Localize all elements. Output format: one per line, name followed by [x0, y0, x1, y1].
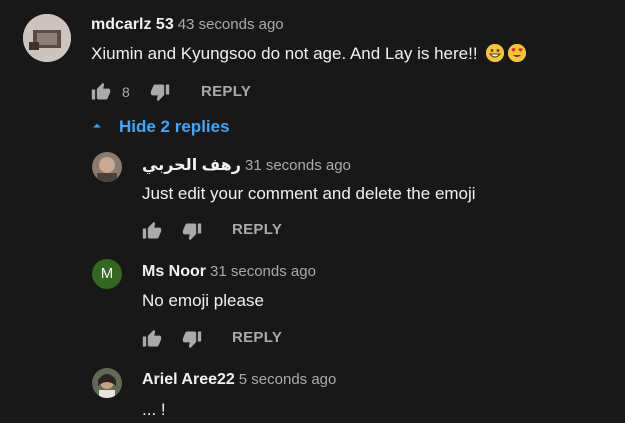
reply-item: Ariel Aree22 5 seconds ago ... !	[0, 364, 625, 423]
avatar-letter: M	[100, 265, 114, 282]
heart-eyes-emoji-icon	[508, 44, 527, 62]
thumbs-up-icon[interactable]	[142, 329, 162, 349]
thumbs-down-icon[interactable]	[182, 329, 202, 349]
author-name[interactable]: Ms Noor	[142, 263, 206, 280]
comments-section: mdcarlz 53 43 seconds ago Xiumin and Kyun…	[0, 0, 625, 423]
reply-item: رهف الحربي 31 seconds ago Just edit your …	[0, 148, 625, 248]
comment-author[interactable]: mdcarlz 53 43 seconds ago	[91, 16, 284, 34]
grinning-face-emoji-icon	[486, 44, 505, 62]
reply-button[interactable]: REPLY	[232, 221, 282, 238]
hide-replies-button[interactable]: Hide 2 replies	[119, 117, 230, 137]
caret-up-icon[interactable]	[88, 117, 106, 135]
avatar-photo-icon	[92, 368, 122, 398]
avatar[interactable]: M	[92, 259, 122, 289]
author-name[interactable]: Ariel Aree22	[142, 371, 235, 388]
comment-text: Xiumin and Kyungsoo do not age. And Lay …	[91, 44, 527, 64]
reply-author[interactable]: Ariel Aree22 5 seconds ago	[142, 371, 336, 389]
comment-thread: mdcarlz 53 43 seconds ago Xiumin and Kyun…	[0, 0, 625, 150]
reply-author[interactable]: Ms Noor 31 seconds ago	[142, 263, 316, 281]
comment-body: Xiumin and Kyungsoo do not age. And Lay …	[91, 44, 483, 63]
reply-author[interactable]: رهف الحربي 31 seconds ago	[142, 155, 351, 175]
reply-timestamp[interactable]: 5 seconds ago	[239, 371, 337, 388]
reply-button[interactable]: REPLY	[201, 83, 251, 100]
reply-button[interactable]: REPLY	[232, 329, 282, 346]
avatar[interactable]	[23, 14, 71, 62]
avatar[interactable]	[92, 152, 122, 182]
author-name[interactable]: mdcarlz 53	[91, 16, 174, 33]
like-count: 8	[122, 84, 130, 100]
reply-timestamp[interactable]: 31 seconds ago	[245, 157, 351, 174]
reply-item: M Ms Noor 31 seconds ago No emoji please …	[0, 256, 625, 356]
avatar-photo-icon	[23, 14, 71, 62]
thumbs-down-icon[interactable]	[150, 82, 170, 102]
comment-timestamp[interactable]: 43 seconds ago	[178, 16, 284, 33]
avatar[interactable]	[92, 368, 122, 398]
reply-text: Just edit your comment and delete the em…	[142, 184, 476, 203]
reply-text: No emoji please	[142, 291, 264, 310]
author-name[interactable]: رهف الحربي	[142, 157, 241, 174]
thumbs-up-icon[interactable]	[142, 221, 162, 241]
thumbs-up-icon[interactable]	[91, 82, 111, 102]
thumbs-down-icon[interactable]	[182, 221, 202, 241]
reply-text: ... !	[142, 400, 166, 419]
reply-timestamp[interactable]: 31 seconds ago	[210, 263, 316, 280]
avatar-photo-icon	[92, 152, 122, 182]
